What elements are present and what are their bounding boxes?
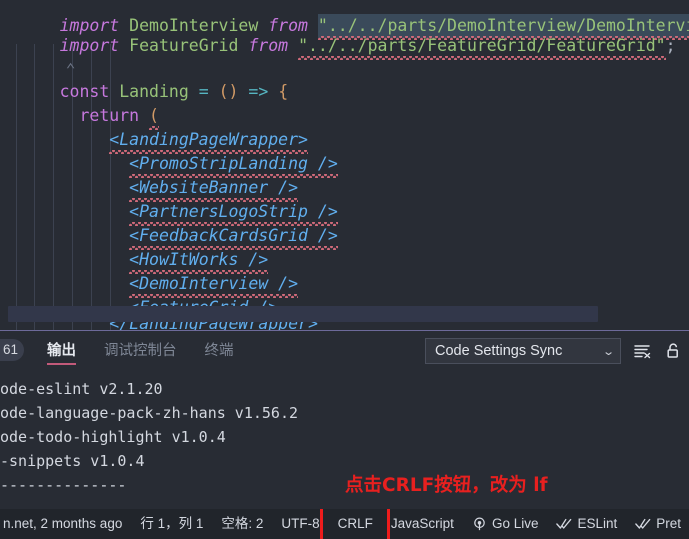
status-go-live-label: Go Live	[491, 516, 539, 531]
output-body[interactable]: ode-eslint v2.1.20 ode-language-pack-zh-…	[0, 371, 689, 510]
status-prettier-label: Pret	[656, 516, 682, 531]
status-language-mode-label: JavaScript	[390, 516, 454, 531]
status-cursor-position[interactable]: 行 1，列 1	[131, 509, 212, 539]
code-line-promostriplanding[interactable]: <PromoStripLanding />	[0, 128, 338, 178]
panel-tab-output[interactable]: 输出	[33, 331, 90, 371]
code-line-landingpagewrapper-open[interactable]: <LandingPageWrapper>	[0, 104, 308, 154]
code-line-import-featuregrid[interactable]: import FeatureGrid from "../../parts/Fea…	[0, 10, 676, 60]
status-bar: n.net, 2 months ago 行 1，列 1 空格: 2 UTF-8 …	[0, 509, 689, 539]
status-go-live[interactable]: Go Live	[463, 509, 548, 539]
problems-count-badge[interactable]: 61	[0, 339, 24, 361]
chevron-down-icon: ⌄	[601, 345, 615, 358]
token-string-featuregrid-path: "../../parts/FeatureGrid/FeatureGrid"	[298, 34, 666, 60]
status-indentation-label: 空格: 2	[221, 516, 264, 531]
status-prettier[interactable]: Pret	[626, 509, 689, 539]
output-line: ode-language-pack-zh-hans v1.56.2	[0, 404, 299, 422]
code-line-partnerslogostrip[interactable]: <PartnersLogoStrip />	[0, 176, 338, 226]
code-line-howitworks[interactable]: <HowItWorks />	[0, 224, 269, 274]
token-keyword-from: from	[248, 36, 289, 55]
status-cursor-position-label: 行 1，列 1	[140, 516, 204, 531]
bottom-panel: 61 输出 调试控制台 终端 Code Settings Sync ⌄ ode-…	[0, 330, 689, 509]
status-eslint[interactable]: ESLint	[547, 509, 626, 539]
output-line: ode-eslint v2.1.20	[0, 380, 163, 398]
token-parens: ()	[218, 82, 239, 101]
clear-output-icon[interactable]	[631, 340, 653, 362]
output-line: -snippets v1.0.4	[0, 452, 145, 470]
code-line-const-landing[interactable]: const Landing = () => {	[0, 56, 289, 101]
vscode-window: import DemoInterview from "../../parts/D…	[0, 0, 689, 539]
unlock-icon[interactable]	[663, 340, 685, 362]
panel-tab-output-label: 输出	[47, 343, 76, 359]
panel-header: 61 输出 调试控制台 终端 Code Settings Sync ⌄	[0, 331, 689, 371]
panel-header-actions: Code Settings Sync ⌄	[425, 331, 689, 371]
status-encoding[interactable]: UTF-8	[272, 509, 328, 539]
code-line-blank[interactable]: ⌃	[0, 34, 76, 79]
panel-tab-terminal[interactable]: 终端	[191, 331, 248, 371]
token-brace-open: {	[278, 82, 289, 101]
token-identifier-featuregrid: FeatureGrid	[129, 36, 239, 55]
code-line-return[interactable]: return (	[0, 80, 159, 130]
output-channel-select[interactable]: Code Settings Sync ⌄	[425, 338, 621, 364]
code-line-demointerview[interactable]: <DemoInterview />	[0, 248, 298, 298]
status-indentation[interactable]: 空格: 2	[212, 509, 272, 539]
status-git-blame[interactable]: n.net, 2 months ago	[0, 509, 131, 539]
status-git-blame-label: n.net, 2 months ago	[3, 516, 123, 531]
status-eol-label: CRLF	[337, 516, 373, 531]
status-eol[interactable]: CRLF	[319, 509, 390, 539]
panel-tab-debug-console-label: 调试控制台	[104, 343, 177, 359]
check-all-icon	[635, 517, 651, 531]
token-arrow: =>	[248, 82, 269, 101]
check-all-icon	[556, 517, 572, 531]
annotation-text: 点击CRLF按钮，改为 lf	[345, 475, 548, 496]
status-encoding-label: UTF-8	[281, 516, 320, 531]
code-editor[interactable]: import DemoInterview from "../../parts/D…	[0, 0, 689, 330]
token-operator-assign: =	[198, 82, 209, 101]
code-line-websitebanner[interactable]: <WebsiteBanner />	[0, 152, 298, 202]
status-language-mode[interactable]: JavaScript	[382, 509, 463, 539]
output-channel-value: Code Settings Sync	[435, 343, 563, 359]
panel-tab-terminal-label: 终端	[204, 343, 234, 359]
output-line: ode-todo-highlight v1.0.4	[0, 428, 226, 446]
code-line-close-paren[interactable]: );	[0, 304, 109, 328]
broadcast-icon	[472, 517, 487, 532]
status-eslint-label: ESLint	[577, 516, 618, 531]
panel-tab-debug-console[interactable]: 调试控制台	[90, 331, 191, 371]
code-line-feedbackcardsgrid[interactable]: <FeedbackCardsGrid />	[0, 200, 338, 250]
